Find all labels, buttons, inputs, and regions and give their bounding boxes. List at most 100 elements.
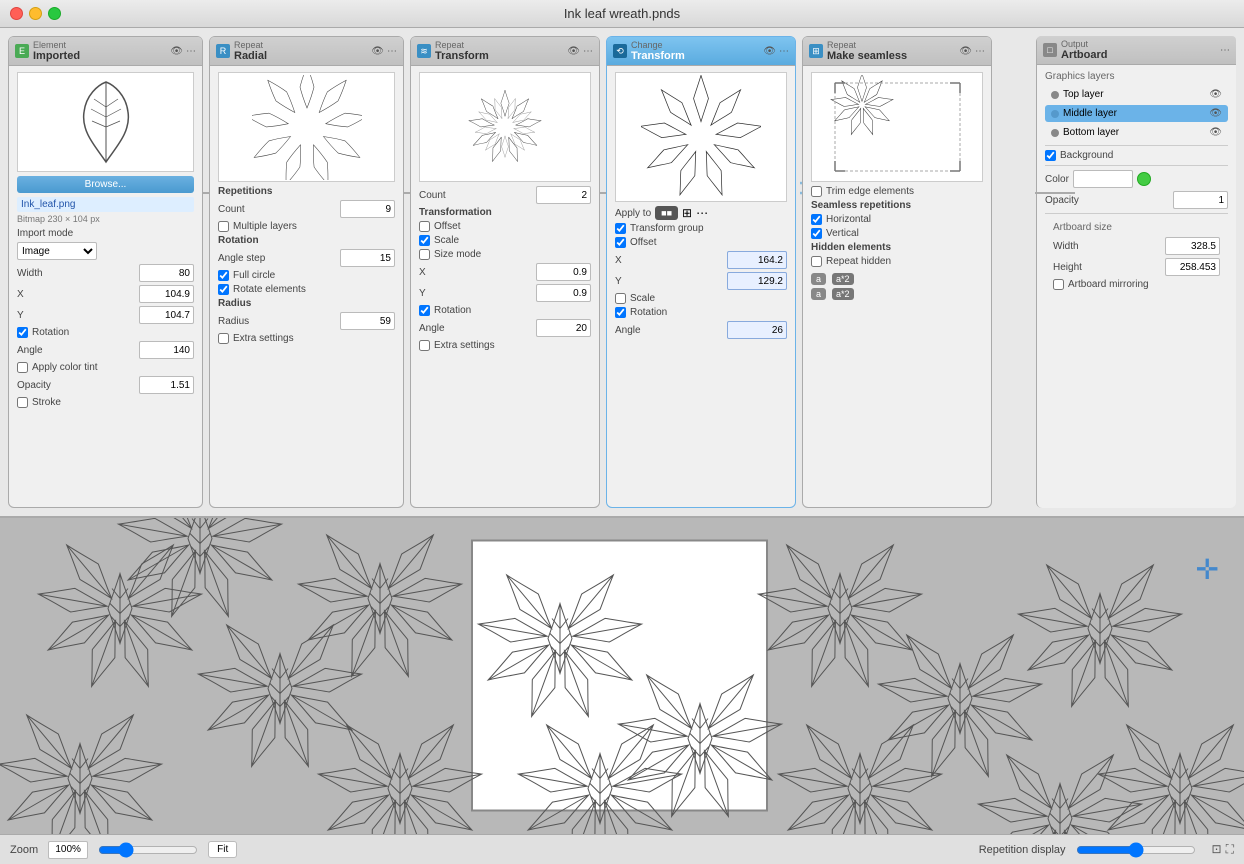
top-layer-eye[interactable]: 👁 bbox=[1209, 89, 1222, 100]
zoom-input[interactable] bbox=[48, 841, 88, 859]
tr-y-input[interactable] bbox=[536, 284, 591, 302]
y-input[interactable]: 104.7 bbox=[139, 306, 194, 324]
seamless-eye[interactable]: 👁 bbox=[959, 46, 972, 57]
ct-angle-label: Angle bbox=[615, 325, 641, 336]
ct-y-input[interactable] bbox=[727, 272, 787, 290]
browse-button[interactable]: Browse... bbox=[17, 176, 194, 193]
color-swatch[interactable] bbox=[1073, 170, 1133, 188]
radius-input[interactable] bbox=[340, 312, 395, 330]
tr-scale-checkbox[interactable] bbox=[419, 235, 430, 246]
radius-section: Radius bbox=[218, 298, 395, 309]
tr-offset-checkbox[interactable] bbox=[419, 221, 430, 232]
extra-settings-checkbox[interactable] bbox=[218, 333, 229, 344]
output-opacity-input[interactable] bbox=[1173, 191, 1228, 209]
rep-display-slider[interactable] bbox=[1076, 843, 1196, 857]
ct-scale-checkbox[interactable] bbox=[615, 293, 626, 304]
tr-y-row: Y bbox=[419, 284, 591, 302]
tr-rotation-checkbox[interactable] bbox=[419, 305, 430, 316]
angle-input[interactable] bbox=[139, 341, 194, 359]
seamless-preview-svg bbox=[827, 75, 967, 180]
tr-sizemode-label: Size mode bbox=[434, 249, 481, 260]
rotate-elements-checkbox[interactable] bbox=[218, 284, 229, 295]
repeat-hidden-checkbox[interactable] bbox=[811, 256, 822, 267]
fit-button[interactable]: Fit bbox=[208, 841, 237, 858]
bottom-layer-item[interactable]: Bottom layer 👁 bbox=[1045, 124, 1228, 141]
change-eye[interactable]: 👁 bbox=[763, 46, 776, 57]
ct-offset-checkbox[interactable] bbox=[615, 237, 626, 248]
tr-extra-row: Extra settings bbox=[419, 340, 591, 351]
imported-header: E Element Imported 👁 ⋯ bbox=[9, 37, 202, 66]
opacity-row: Opacity bbox=[17, 376, 194, 394]
close-button[interactable] bbox=[10, 7, 23, 20]
apply-to-row: Apply to ■■ ⊞ ⋯ bbox=[615, 206, 787, 220]
element-icon: E bbox=[15, 44, 29, 58]
radial-rotation-label: Rotation bbox=[218, 235, 259, 246]
y-row: Y 104.7 bbox=[17, 306, 194, 324]
maximize-button[interactable] bbox=[48, 7, 61, 20]
vertical-checkbox[interactable] bbox=[811, 228, 822, 239]
seamless-menu[interactable]: ⋯ bbox=[975, 46, 985, 57]
fullscreen-icon[interactable]: ⛶ bbox=[1226, 842, 1234, 857]
rotation-checkbox[interactable] bbox=[17, 327, 28, 338]
apply-to-toggle[interactable]: ■■ bbox=[655, 206, 678, 220]
color-green-dot bbox=[1137, 172, 1151, 186]
width-input[interactable]: 80 bbox=[139, 264, 194, 282]
x-input[interactable]: 104.9 bbox=[139, 285, 194, 303]
bottom-bar: Zoom Fit Repetition display ⊡ ⛶ bbox=[0, 834, 1244, 864]
ct-angle-input[interactable] bbox=[727, 321, 787, 339]
change-menu[interactable]: ⋯ bbox=[779, 46, 789, 57]
ct-rotation-checkbox[interactable] bbox=[615, 307, 626, 318]
horizontal-checkbox[interactable] bbox=[811, 214, 822, 225]
ct-x-input[interactable] bbox=[727, 251, 787, 269]
single-view-icon[interactable]: ⊡ bbox=[1212, 842, 1222, 857]
transform-repeat-eye[interactable]: 👁 bbox=[567, 46, 580, 57]
stroke-label: Stroke bbox=[32, 397, 61, 408]
transform-repeat-menu[interactable]: ⋯ bbox=[583, 46, 593, 57]
radial-eye-icon[interactable]: 👁 bbox=[371, 46, 384, 57]
multiple-layers-checkbox[interactable] bbox=[218, 221, 229, 232]
tr-extra-checkbox[interactable] bbox=[419, 340, 430, 351]
apply-color-row: Apply color tint bbox=[17, 362, 194, 373]
tr-sizemode-checkbox[interactable] bbox=[419, 249, 430, 260]
transform-group-checkbox[interactable] bbox=[615, 223, 626, 234]
middle-layer-eye[interactable]: 👁 bbox=[1209, 108, 1222, 119]
artboard-mirroring-checkbox[interactable] bbox=[1053, 279, 1064, 290]
middle-layer-item[interactable]: Middle layer 👁 bbox=[1045, 105, 1228, 122]
tr-x-input[interactable] bbox=[536, 263, 591, 281]
change-icon: ⟲ bbox=[613, 44, 627, 58]
apply-to-grid-btn[interactable]: ⊞ bbox=[682, 206, 692, 220]
titlebar-buttons[interactable] bbox=[10, 7, 61, 20]
output-icon: □ bbox=[1043, 43, 1057, 57]
opacity-input[interactable] bbox=[139, 376, 194, 394]
ct-x-label: X bbox=[615, 255, 622, 266]
output-menu[interactable]: ⋯ bbox=[1220, 45, 1230, 56]
tr-count-row: Count bbox=[419, 186, 591, 204]
trim-edge-checkbox[interactable] bbox=[811, 186, 822, 197]
badge-row-1: a a*2 bbox=[811, 273, 983, 285]
radial-count-input[interactable] bbox=[340, 200, 395, 218]
artboard-height-input[interactable] bbox=[1165, 258, 1220, 276]
ct-offset-label: Offset bbox=[630, 237, 657, 248]
full-circle-checkbox[interactable] bbox=[218, 270, 229, 281]
minimize-button[interactable] bbox=[29, 7, 42, 20]
bottom-layer-eye[interactable]: 👁 bbox=[1209, 127, 1222, 138]
background-checkbox[interactable] bbox=[1045, 150, 1056, 161]
radial-header: R Repeat Radial 👁 ⋯ bbox=[210, 37, 403, 66]
apply-color-checkbox[interactable] bbox=[17, 362, 28, 373]
artboard-width-input[interactable] bbox=[1165, 237, 1220, 255]
tr-angle-input[interactable] bbox=[536, 319, 591, 337]
radial-menu-icon[interactable]: ⋯ bbox=[387, 46, 397, 57]
tr-y-label: Y bbox=[419, 288, 426, 299]
imported-preview bbox=[17, 72, 194, 172]
angle-step-input[interactable] bbox=[340, 249, 395, 267]
output-header: □ Output Artboard ⋯ bbox=[1037, 36, 1236, 65]
imported-eye-icon[interactable]: 👁 bbox=[170, 46, 183, 57]
import-mode-select[interactable]: Image bbox=[17, 242, 97, 260]
apply-to-extra-btn[interactable]: ⋯ bbox=[696, 206, 708, 220]
tr-count-input[interactable] bbox=[536, 186, 591, 204]
top-layer-item[interactable]: Top layer 👁 bbox=[1045, 86, 1228, 103]
stroke-checkbox[interactable] bbox=[17, 397, 28, 408]
change-transform-header: ⟲ Change Transform 👁 ⋯ bbox=[607, 37, 795, 66]
imported-menu-icon[interactable]: ⋯ bbox=[186, 46, 196, 57]
zoom-slider[interactable] bbox=[98, 843, 198, 857]
